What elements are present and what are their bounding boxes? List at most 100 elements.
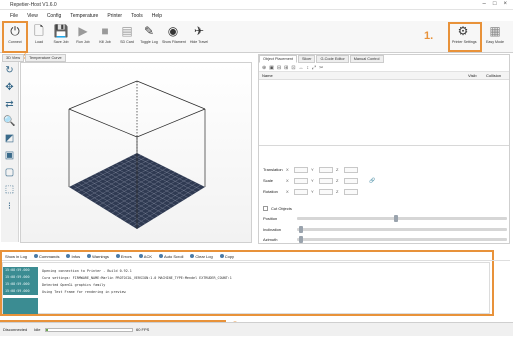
show-filament-button[interactable]: ◉ Show Filament [162, 23, 186, 44]
position-slider[interactable] [297, 215, 507, 222]
menu-help[interactable]: Help [152, 13, 162, 19]
remove-object-icon[interactable]: ⊟ [277, 65, 281, 71]
autoscroll-icon [159, 254, 164, 259]
tab-manual-control[interactable]: Manual Control [349, 55, 384, 63]
azimuth-slider[interactable] [297, 236, 507, 243]
job-progress-fill [46, 329, 48, 331]
move-object-icon[interactable]: ⇄ [1, 96, 18, 113]
save-icon: 💾 [53, 24, 69, 38]
scale-z-field[interactable] [344, 177, 358, 184]
menu-tools[interactable]: Tools [131, 13, 143, 19]
easy-mode-button[interactable]: ▦ Easy Mode [484, 23, 506, 44]
menu-file[interactable]: File [10, 13, 18, 19]
3d-viewport[interactable] [20, 62, 252, 243]
copy-object-icon[interactable]: ▣ [269, 65, 274, 71]
rotation-y-field[interactable] [319, 188, 333, 195]
file-icon: 🗋 [34, 24, 44, 38]
translation-z-field[interactable] [344, 166, 358, 173]
top-view-icon[interactable]: ▢ [1, 164, 18, 181]
log-commands-toggle[interactable]: Commands [34, 254, 59, 259]
close-icon[interactable]: × [503, 1, 507, 7]
commands-label: Commands [39, 253, 60, 259]
scale-x-label: X [286, 178, 289, 183]
log-errors-toggle[interactable]: Errors [115, 253, 132, 259]
toggle-log-button[interactable]: ✎ Toggle Log [138, 23, 160, 44]
copy-label: Copy [224, 253, 235, 259]
inclination-slider[interactable] [297, 226, 507, 233]
clear-log-button[interactable]: Clear Log [190, 253, 213, 259]
scale-x-field[interactable] [294, 177, 308, 184]
cut-objects-checkbox[interactable] [263, 205, 268, 211]
rotation-x-field[interactable] [294, 188, 308, 195]
translation-x-field[interactable] [294, 166, 308, 173]
scale-fit-icon[interactable]: ⤢ [312, 65, 316, 71]
scale-y-field[interactable] [319, 177, 333, 184]
log-ack-toggle[interactable]: ACK [138, 254, 152, 259]
azimuth-thumb[interactable] [299, 236, 304, 243]
autoposition-icon[interactable]: ⊞ [284, 65, 288, 71]
mirror-x-icon[interactable]: ↔ [299, 65, 304, 71]
cut-object-icon[interactable]: ✂ [319, 65, 323, 71]
tab-gcode-editor[interactable]: G-Code Editor [316, 55, 349, 63]
mirror-y-icon[interactable]: ↕ [307, 65, 310, 71]
menu-config[interactable]: Config [47, 13, 61, 19]
more-tools-icon[interactable]: ⁝ [1, 198, 18, 215]
hide-travel-label: Hide Travel [189, 40, 209, 44]
toggle-perspective-icon[interactable]: ⬚ [1, 181, 18, 198]
log-message: Using Test Frame for rendering in previe… [42, 289, 126, 294]
tab-slicer[interactable]: Slicer [297, 55, 316, 63]
sd-card-label: SD Card [120, 40, 134, 44]
zoom-icon[interactable]: 🔍 [1, 113, 18, 130]
load-label: Load [35, 40, 43, 44]
column-collision: Collision [486, 73, 502, 78]
build-volume-cube [68, 80, 206, 229]
rotate-view-icon[interactable]: ↻ [1, 62, 18, 79]
run-job-button[interactable]: ▶ Run Job [72, 23, 94, 44]
front-view-icon[interactable]: ▣ [1, 147, 18, 164]
maximize-icon[interactable]: □ [493, 1, 497, 7]
log-time: 15:08:59.000 [3, 288, 38, 295]
copy-icon [219, 254, 224, 259]
log-autoscroll-toggle[interactable]: Auto Scroll [159, 254, 183, 259]
log-output[interactable]: 15:08:59.000 Opening connection to Print… [2, 262, 490, 314]
translation-y-label: Y [311, 167, 314, 172]
hide-travel-button[interactable]: ✈ Hide Travel [188, 23, 210, 44]
window-title: Repetier-Host V1.6.0 [10, 2, 57, 8]
translation-label: Translation [263, 167, 283, 172]
position-label: Position [263, 216, 278, 221]
tab-3d-view[interactable]: 3D View [2, 54, 25, 62]
move-view-icon[interactable]: ✥ [1, 79, 18, 96]
center-object-icon[interactable]: ⊡ [291, 65, 295, 71]
printer-settings-highlight-box [448, 22, 482, 52]
rotation-z-field[interactable] [344, 188, 358, 195]
save-job-label: Save Job [53, 40, 69, 44]
kill-job-button[interactable]: ■ Kill Job [94, 23, 116, 44]
callout-1: 1. [424, 30, 434, 42]
menu-view[interactable]: View [27, 13, 38, 19]
tab-object-placement[interactable]: Object Placement [259, 55, 297, 63]
stop-icon: ■ [101, 24, 109, 38]
save-job-button[interactable]: 💾 Save Job [50, 23, 72, 44]
tab-temperature-curve[interactable]: Temperature Curve [25, 54, 66, 62]
load-button[interactable]: 🗋 Load [28, 23, 50, 44]
cut-objects-row: Cut Objects [263, 204, 292, 212]
isometric-view-icon[interactable]: ◩ [1, 130, 18, 147]
position-thumb[interactable] [393, 215, 398, 222]
clear-log-label: Clear Log [195, 253, 213, 259]
log-time: 15:08:59.000 [3, 267, 38, 274]
object-list[interactable] [259, 80, 509, 146]
menu-temperature[interactable]: Temperature [70, 13, 98, 19]
add-object-icon[interactable]: ⊕ [262, 65, 266, 71]
menu-printer[interactable]: Printer [107, 13, 122, 19]
log-infos-toggle[interactable]: Infos [66, 254, 80, 259]
pencil-icon: ✎ [143, 24, 155, 38]
copy-log-button[interactable]: Copy [219, 253, 235, 259]
translation-y-field[interactable] [319, 166, 333, 173]
lock-scale-icon[interactable]: 🔗 [369, 178, 375, 184]
minimize-icon[interactable]: – [483, 1, 486, 7]
errors-label: Errors [120, 253, 132, 259]
inclination-thumb[interactable] [299, 226, 304, 233]
log-line: 15:08:59.000 Opening connection to Print… [3, 267, 489, 274]
sd-card-button[interactable]: ▤ SD Card [116, 23, 138, 44]
log-warnings-toggle[interactable]: Warnings [87, 254, 109, 259]
